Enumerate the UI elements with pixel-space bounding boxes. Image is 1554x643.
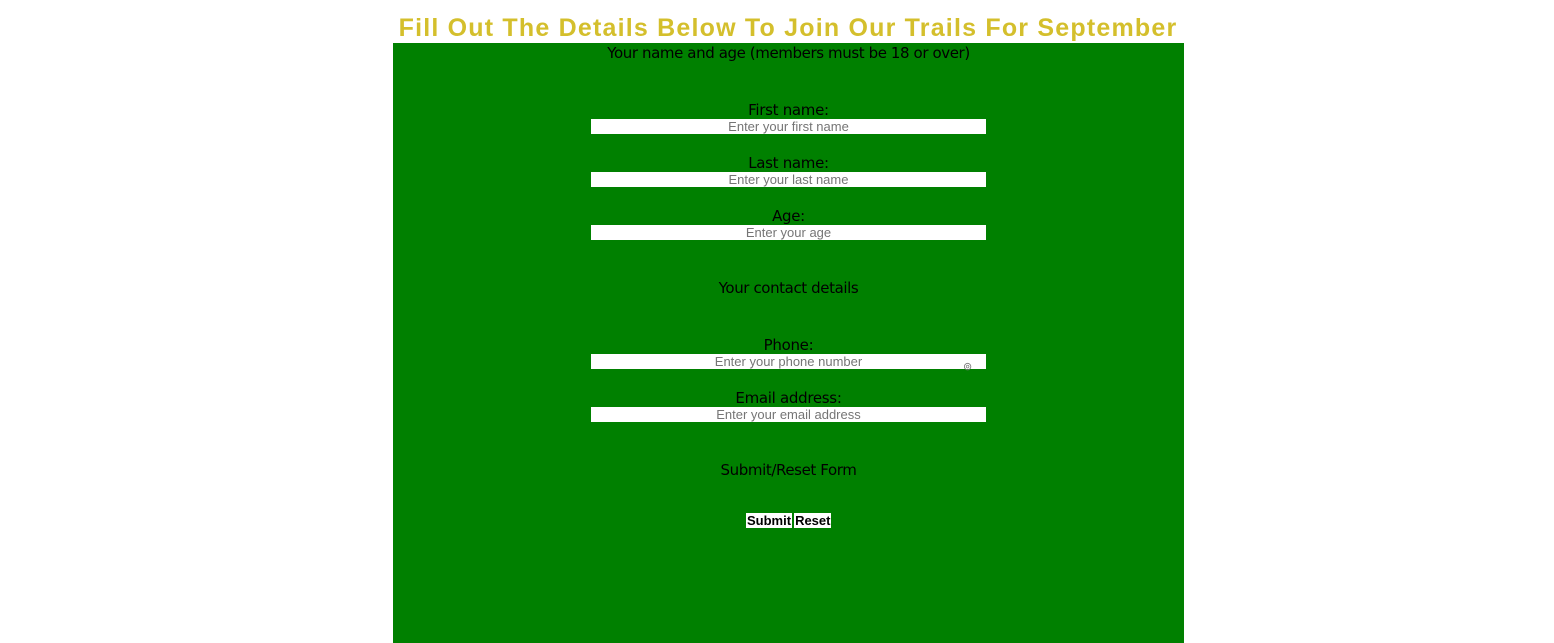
last-name-input[interactable] (591, 172, 986, 187)
page-title: Fill Out The Details Below To Join Our T… (398, 14, 1178, 42)
last-name-label: Last name: (748, 154, 829, 172)
form-buttons: Submit Reset (746, 513, 832, 528)
join-form: Your name and age (members must be 18 or… (393, 43, 1184, 643)
age-input[interactable] (591, 225, 986, 240)
age-label: Age: (772, 207, 805, 225)
phone-label: Phone: (763, 336, 814, 354)
email-label: Email address: (735, 389, 842, 407)
actions-legend: Submit/Reset Form (720, 461, 857, 479)
contact-legend: Your contact details (718, 279, 859, 297)
email-input[interactable] (591, 407, 986, 422)
phone-input[interactable] (591, 354, 986, 369)
first-name-label: First name: (748, 101, 829, 119)
reset-button[interactable]: Reset (794, 513, 832, 528)
submit-button[interactable]: Submit (746, 513, 793, 528)
first-name-input[interactable] (591, 119, 986, 134)
name-age-legend: Your name and age (members must be 18 or… (607, 44, 970, 62)
autofill-icon[interactable]: ⊚ (963, 361, 974, 372)
